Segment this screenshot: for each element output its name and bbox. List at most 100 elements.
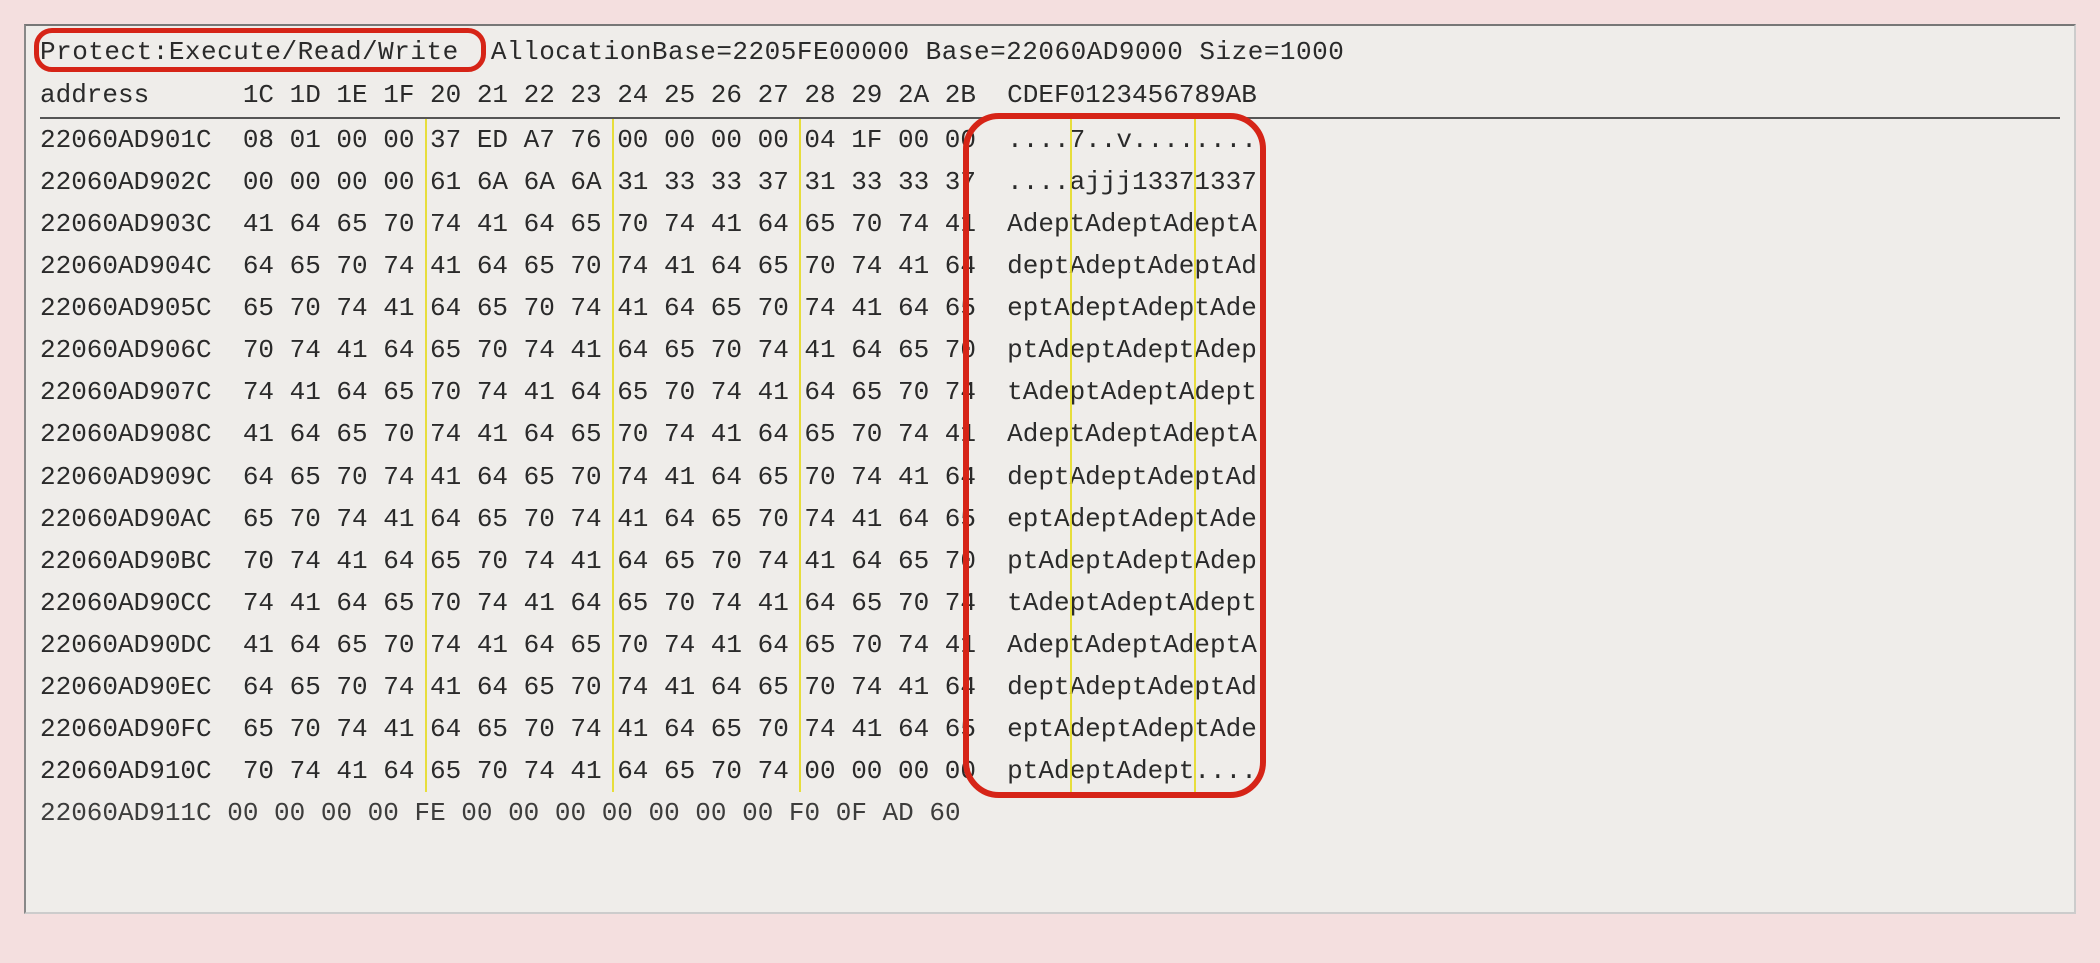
hex-byte-cell[interactable]: 70 (430, 582, 477, 624)
hex-byte-cell[interactable]: 00 (336, 119, 383, 161)
hex-byte-cell[interactable]: 00 (617, 119, 664, 161)
hex-byte-cell[interactable]: 64 (524, 624, 571, 666)
hex-byte-cell[interactable]: 70 (430, 371, 477, 413)
hex-row[interactable]: 22060AD90AC65707441646570744164657074416… (40, 498, 2060, 540)
hex-byte-cell[interactable]: 6A (524, 161, 571, 203)
hex-byte-cell[interactable]: 70 (851, 203, 898, 245)
hex-byte-cell[interactable]: 41 (570, 540, 617, 582)
hex-byte-cell[interactable]: 70 (383, 624, 430, 666)
hex-byte-cell[interactable]: 74 (758, 750, 805, 792)
hex-byte-cell[interactable]: 65 (383, 582, 430, 624)
hex-byte-cell[interactable]: 70 (945, 540, 992, 582)
hex-row[interactable]: 22060AD909C64657074416465707441646570744… (40, 456, 2060, 498)
hex-byte-cell[interactable]: 65 (851, 582, 898, 624)
hex-byte-cell[interactable]: 08 (243, 119, 290, 161)
hex-byte-cell[interactable]: 74 (664, 413, 711, 455)
hex-byte-cell[interactable]: 41 (945, 624, 992, 666)
hex-byte-cell[interactable]: 70 (570, 245, 617, 287)
hex-byte-cell[interactable]: 65 (290, 666, 337, 708)
hex-byte-cell[interactable]: 70 (898, 582, 945, 624)
hex-byte-cell[interactable]: 41 (617, 287, 664, 329)
hex-byte-cell[interactable]: 64 (851, 329, 898, 371)
hex-byte-cell[interactable]: 70 (711, 540, 758, 582)
hex-byte-cell[interactable]: 70 (290, 708, 337, 750)
hex-byte-cell[interactable]: 70 (898, 371, 945, 413)
hex-byte-cell[interactable]: 74 (570, 708, 617, 750)
ascii-cell[interactable]: ptAdeptAdeptAdep (992, 540, 1257, 582)
hex-byte-cell[interactable]: 70 (758, 498, 805, 540)
hex-byte-cell[interactable]: 74 (430, 624, 477, 666)
hex-byte-cell[interactable]: 74 (477, 371, 524, 413)
hex-byte-cell[interactable]: 64 (524, 413, 571, 455)
hex-byte-cell[interactable]: 31 (804, 161, 851, 203)
hex-row[interactable]: 22060AD90BC70744164657074416465707441646… (40, 540, 2060, 582)
hex-byte-cell[interactable]: 65 (711, 287, 758, 329)
hex-byte-cell[interactable]: 65 (336, 624, 383, 666)
hex-byte-cell[interactable]: 74 (617, 456, 664, 498)
hex-row[interactable]: 22060AD90CC74416465707441646570744164657… (40, 582, 2060, 624)
hex-byte-cell[interactable]: 74 (804, 498, 851, 540)
hex-byte-cell[interactable]: 41 (617, 708, 664, 750)
hex-byte-cell[interactable]: 65 (945, 708, 992, 750)
hex-byte-cell[interactable]: 70 (336, 456, 383, 498)
hex-byte-cell[interactable]: 00 (383, 119, 430, 161)
hex-row[interactable]: 22060AD910C70744164657074416465707400000… (40, 750, 2060, 792)
ascii-cell[interactable]: AdeptAdeptAdeptA (992, 203, 1257, 245)
hex-byte-cell[interactable]: 1F (851, 119, 898, 161)
hex-byte-cell[interactable]: 74 (524, 540, 571, 582)
hex-byte-cell[interactable]: 70 (617, 413, 664, 455)
ascii-cell[interactable]: tAdeptAdeptAdept (992, 371, 1257, 413)
hex-byte-cell[interactable]: 41 (243, 413, 290, 455)
hex-byte-cell[interactable]: 64 (430, 708, 477, 750)
hex-byte-cell[interactable]: 70 (664, 582, 711, 624)
hex-byte-cell[interactable]: 33 (711, 161, 758, 203)
hex-byte-cell[interactable]: 64 (570, 371, 617, 413)
hex-byte-cell[interactable]: 65 (758, 456, 805, 498)
ascii-cell[interactable]: AdeptAdeptAdeptA (992, 624, 1257, 666)
hex-byte-cell[interactable]: 41 (430, 456, 477, 498)
hex-byte-cell[interactable]: 65 (617, 371, 664, 413)
hex-byte-cell[interactable]: 41 (664, 245, 711, 287)
hex-byte-cell[interactable]: 33 (664, 161, 711, 203)
hex-byte-cell[interactable]: 00 (945, 750, 992, 792)
hex-byte-cell[interactable]: 33 (851, 161, 898, 203)
hex-byte-cell[interactable]: 00 (898, 119, 945, 161)
hex-byte-cell[interactable]: 74 (336, 287, 383, 329)
hex-byte-cell[interactable]: 64 (477, 666, 524, 708)
hex-byte-cell[interactable]: 70 (477, 540, 524, 582)
hex-byte-cell[interactable]: 70 (617, 624, 664, 666)
ascii-cell[interactable]: ptAdeptAdeptAdep (992, 329, 1257, 371)
hex-byte-cell[interactable]: 64 (430, 287, 477, 329)
hex-byte-cell[interactable]: 74 (711, 582, 758, 624)
hex-byte-cell[interactable]: 41 (430, 666, 477, 708)
hex-byte-cell[interactable]: 64 (804, 582, 851, 624)
hex-byte-cell[interactable]: 33 (898, 161, 945, 203)
hex-byte-cell[interactable]: 74 (664, 624, 711, 666)
hex-byte-cell[interactable]: 70 (383, 413, 430, 455)
hex-byte-cell[interactable]: 64 (243, 245, 290, 287)
hex-byte-cell[interactable]: 70 (336, 666, 383, 708)
hex-byte-cell[interactable]: 00 (336, 161, 383, 203)
hex-byte-cell[interactable]: A7 (524, 119, 571, 161)
hex-byte-cell[interactable]: 31 (617, 161, 664, 203)
hex-byte-cell[interactable]: 64 (617, 540, 664, 582)
hex-byte-cell[interactable]: 65 (477, 287, 524, 329)
hex-byte-cell[interactable]: 70 (477, 750, 524, 792)
hex-byte-cell[interactable]: 74 (851, 245, 898, 287)
hex-byte-cell[interactable]: 64 (664, 708, 711, 750)
hex-byte-cell[interactable]: 65 (804, 203, 851, 245)
hex-byte-cell[interactable]: 41 (945, 413, 992, 455)
hex-byte-cell[interactable]: 65 (898, 329, 945, 371)
hex-byte-cell[interactable]: 70 (851, 624, 898, 666)
hex-byte-cell[interactable]: 70 (570, 456, 617, 498)
hex-byte-cell[interactable]: 70 (758, 708, 805, 750)
ascii-cell[interactable]: deptAdeptAdeptAd (992, 456, 1257, 498)
hex-byte-cell[interactable]: 65 (336, 203, 383, 245)
hex-byte-cell[interactable]: 65 (243, 498, 290, 540)
hex-byte-cell[interactable]: 64 (383, 540, 430, 582)
hex-byte-cell[interactable]: 41 (524, 371, 571, 413)
hex-byte-cell[interactable]: 41 (336, 540, 383, 582)
hex-byte-cell[interactable]: 64 (524, 203, 571, 245)
hex-byte-cell[interactable]: 74 (664, 203, 711, 245)
hex-byte-cell[interactable]: 41 (336, 329, 383, 371)
